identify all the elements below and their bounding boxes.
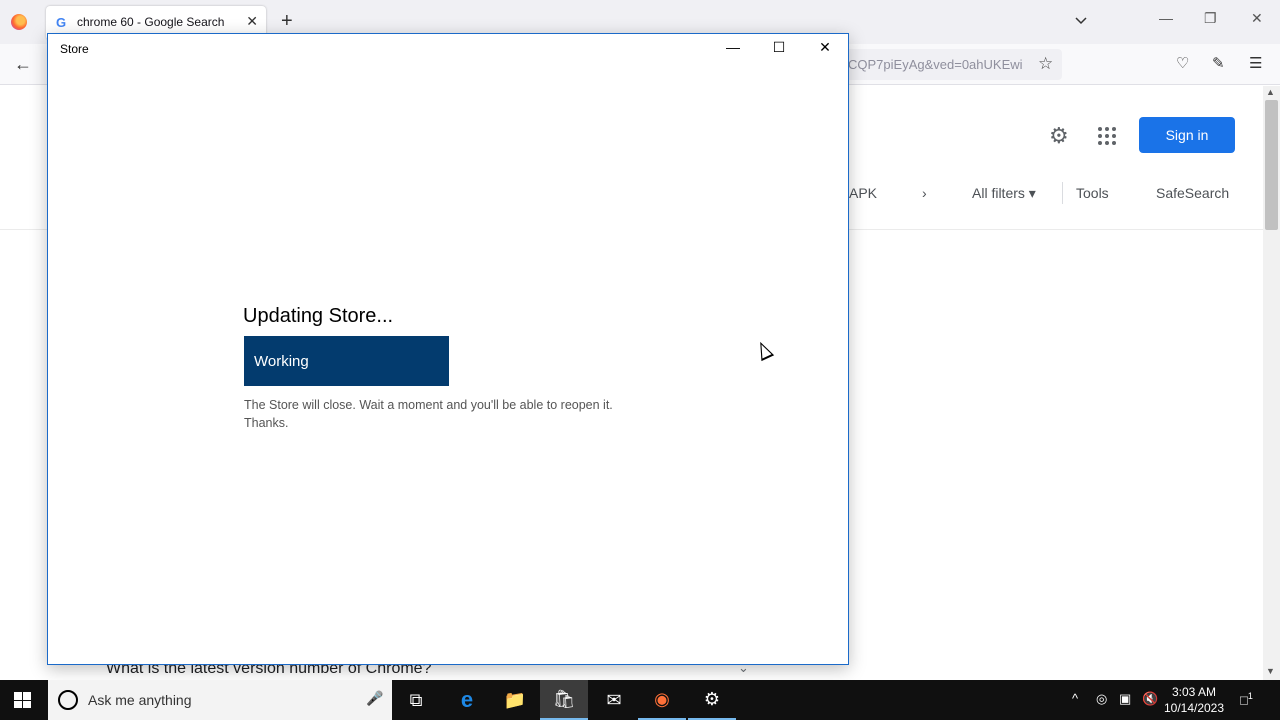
store-message-line2: Thanks. <box>244 416 289 430</box>
menu-icon[interactable]: ☰ <box>1249 54 1262 72</box>
pocket-icon[interactable]: ♡ <box>1176 54 1189 72</box>
tab-title: chrome 60 - Google Search <box>77 15 225 29</box>
tools-button[interactable]: Tools <box>1076 185 1109 201</box>
volume-muted-icon[interactable]: 🔇 <box>1142 691 1158 707</box>
bookmark-star-icon[interactable]: ☆ <box>1038 54 1053 74</box>
browser-restore-icon[interactable]: ❐ <box>1204 10 1217 27</box>
browser-close-icon[interactable]: ✕ <box>1251 10 1263 27</box>
filter-apk[interactable]: APK <box>849 185 877 201</box>
store-maximize-icon[interactable]: ☐ <box>769 39 789 56</box>
working-label: Working <box>254 352 309 370</box>
settings-app-icon[interactable]: ⚙ <box>688 680 736 720</box>
safesearch-button[interactable]: SafeSearch <box>1156 185 1229 201</box>
store-window-title: Store <box>60 42 89 56</box>
taskbar: Ask me anything 🎤 ⧉ e 📁 🛍 ✉ ◉ ⚙ ^ ◎ ▣ 🔇 … <box>0 680 1280 720</box>
firefox-icon <box>11 14 27 30</box>
settings-gear-icon[interactable]: ⚙ <box>1049 123 1069 149</box>
action-center-icon[interactable]: □1 <box>1240 691 1253 707</box>
store-heading: Updating Store... <box>243 305 394 327</box>
microphone-icon[interactable]: 🎤 <box>366 690 383 707</box>
taskbar-clock[interactable]: 3:03 AM 10/14/2023 <box>1162 684 1226 716</box>
search-placeholder: Ask me anything <box>88 692 192 708</box>
browser-minimize-icon[interactable]: — <box>1159 10 1173 26</box>
google-apps-icon[interactable] <box>1098 127 1116 145</box>
scroll-down-icon[interactable]: ▼ <box>1266 666 1275 676</box>
task-view-icon[interactable]: ⧉ <box>392 680 440 720</box>
all-filters-label: All filters <box>972 185 1025 201</box>
scroll-up-icon[interactable]: ▲ <box>1266 87 1275 97</box>
tab-close-icon[interactable]: ✕ <box>246 13 258 30</box>
taskbar-search[interactable]: Ask me anything 🎤 <box>48 680 392 720</box>
store-app-icon[interactable]: 🛍 <box>540 680 588 720</box>
tray-record-icon[interactable]: ◎ <box>1096 691 1107 707</box>
sign-in-button[interactable]: Sign in <box>1139 117 1235 153</box>
store-close-icon[interactable]: ✕ <box>815 39 835 56</box>
extensions-icon[interactable]: ✎ <box>1212 54 1225 72</box>
url-bar[interactable]: CQP7piEyAg&ved=0ahUKEwi ☆ <box>842 49 1062 80</box>
clock-date: 10/14/2023 <box>1163 701 1225 715</box>
google-favicon-icon: G <box>56 15 67 30</box>
edge-icon[interactable]: e <box>443 680 491 720</box>
store-window: Store — ☐ ✕ Updating Store... Working Th… <box>47 33 849 665</box>
network-icon[interactable]: ▣ <box>1119 691 1131 707</box>
notification-count: 1 <box>1247 691 1253 701</box>
windows-start-icon[interactable] <box>14 692 32 708</box>
file-explorer-icon[interactable]: 📁 <box>491 680 539 720</box>
tray-chevron-icon[interactable]: ^ <box>1072 691 1078 706</box>
working-status-button: Working <box>244 336 449 386</box>
firefox-taskbar-icon[interactable]: ◉ <box>638 680 686 720</box>
back-arrow-icon[interactable]: ← <box>14 54 32 75</box>
new-tab-button[interactable]: + <box>281 10 293 32</box>
scrollbar-thumb[interactable] <box>1265 100 1278 230</box>
store-minimize-icon[interactable]: — <box>723 39 743 55</box>
store-message: The Store will close. Wait a moment and … <box>244 396 613 432</box>
store-message-line1: The Store will close. Wait a moment and … <box>244 398 613 412</box>
all-filters-dropdown[interactable]: All filters ▾ <box>972 185 1036 202</box>
cortana-icon <box>58 690 78 710</box>
filter-next-chevron-icon[interactable]: › <box>922 185 927 201</box>
filter-divider <box>1062 182 1063 204</box>
mail-icon[interactable]: ✉ <box>590 680 638 720</box>
list-all-tabs-icon[interactable] <box>1073 12 1089 28</box>
clock-time: 3:03 AM <box>1171 685 1217 699</box>
url-text[interactable]: CQP7piEyAg&ved=0ahUKEwi <box>848 57 1028 72</box>
